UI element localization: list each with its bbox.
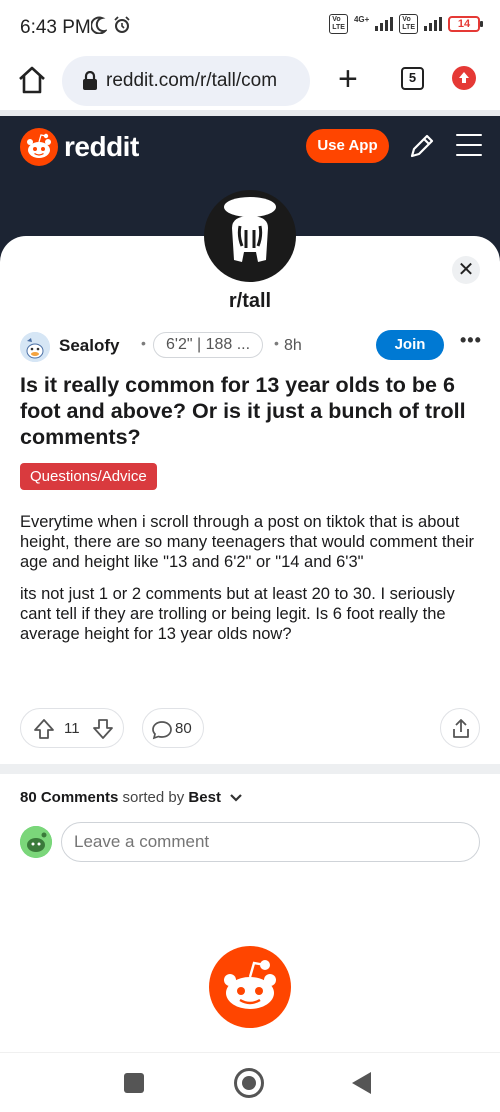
volte-icon-2: Vo LTE [399,14,418,34]
comment-input[interactable] [61,822,480,862]
new-tab-button[interactable]: + [338,62,358,96]
subreddit-avatar [204,190,296,282]
url-text: reddit.com/r/tall/com [106,70,278,91]
comments-sort[interactable]: 80 Comments sorted by Best [20,789,243,806]
status-bar: 6:43 PM Vo LTE 4G+ Vo LTE 14 [0,0,500,52]
address-bar[interactable]: reddit.com/r/tall/com [62,56,310,106]
sorted-by-label: sorted by [122,789,185,806]
upvote-icon[interactable] [33,718,55,740]
reddit-logo[interactable]: reddit [20,128,139,166]
sort-value: Best [188,789,221,806]
tab-switcher-button[interactable]: 5 [401,67,424,90]
signal-icon [375,17,394,31]
post-paragraph: its not just 1 or 2 comments but at leas… [20,585,455,643]
battery-icon: 14 [448,16,483,32]
vote-count: 11 [64,720,80,737]
user-flair: 6'2" | 188 ... [153,332,264,358]
vote-control: 11 [20,708,124,748]
home-button[interactable] [234,1068,264,1098]
post-username[interactable]: Sealofy [59,336,119,356]
meta-separator: • [141,335,146,351]
signal-icon-2 [424,17,442,31]
pencil-icon[interactable] [408,132,436,160]
status-left-icons [91,16,131,34]
status-time: 6:43 PM [20,17,91,38]
more-options-icon[interactable]: ••• [460,330,482,351]
close-button[interactable]: ✕ [452,256,480,284]
comment-count: 80 [175,720,192,737]
browser-toolbar: reddit.com/r/tall/com + 5 [0,52,500,110]
subreddit-name[interactable]: r/tall [0,290,500,313]
share-icon [453,719,469,738]
alarm-icon [114,16,130,33]
my-avatar [20,826,52,858]
comments-count-label: 80 Comments [20,789,119,806]
back-button[interactable] [352,1072,371,1094]
reddit-wordmark: reddit [64,131,139,162]
post-actions: 11 80 [20,708,480,748]
snoo-logo-icon [20,128,58,166]
menu-icon[interactable] [456,134,482,164]
post-body: Everytime when i scroll through a post o… [20,512,480,656]
post-time: 8h [284,337,302,354]
home-icon[interactable] [16,64,48,96]
join-button[interactable]: Join [376,330,444,360]
post-flair-badge[interactable]: Questions/Advice [20,463,157,490]
use-app-button[interactable]: Use App [306,129,389,163]
reddit-snoo-button[interactable] [209,946,291,1028]
chevron-down-icon [230,794,242,802]
status-right-icons: Vo LTE 4G+ Vo LTE 14 [329,14,483,34]
system-nav-bar [0,1052,500,1112]
user-avatar[interactable] [20,332,50,362]
share-button[interactable] [440,708,480,748]
downvote-icon[interactable] [92,718,114,740]
update-icon[interactable] [452,66,476,90]
comments-button[interactable]: 80 [142,708,204,748]
post-title: Is it really common for 13 year olds to … [20,373,466,449]
recents-button[interactable] [124,1073,144,1093]
lock-icon [83,71,97,90]
section-separator [0,764,500,774]
post-paragraph: Everytime when i scroll through a post o… [20,513,474,571]
post-meta: Sealofy • 6'2" | 188 ... • 8h Join ••• [20,330,482,362]
volte-icon: Vo LTE [329,14,348,34]
moon-icon [91,16,107,34]
comment-icon [152,721,172,740]
meta-separator: • [274,335,279,351]
network-type-label: 4G+ [353,14,370,24]
